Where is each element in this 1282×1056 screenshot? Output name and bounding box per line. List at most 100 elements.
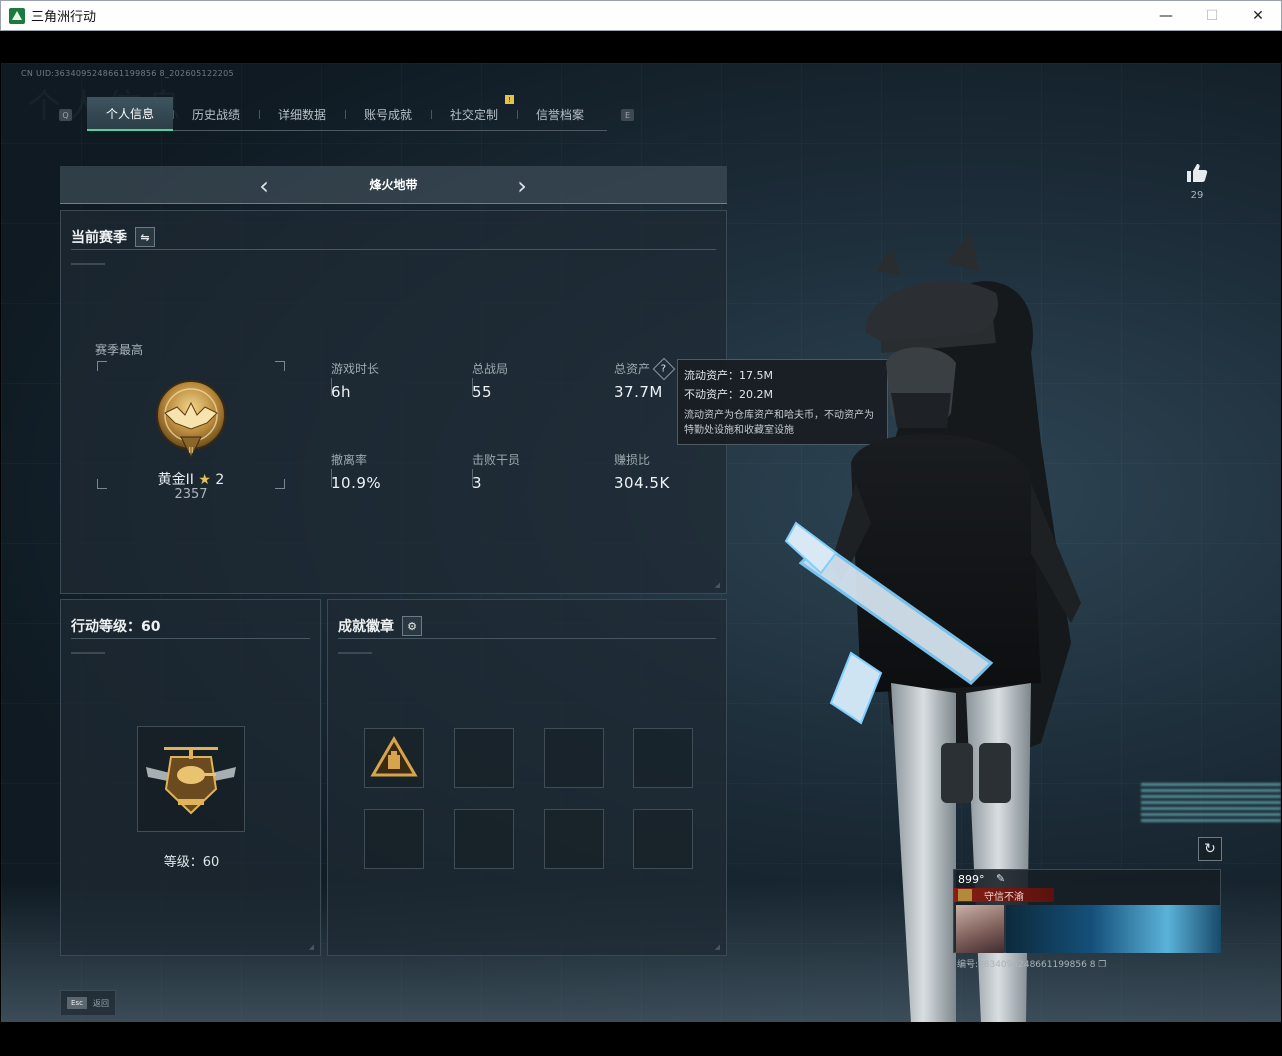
- window-controls: — ☐ ✕: [1143, 1, 1281, 31]
- tab-label: 详细数据: [277, 107, 326, 122]
- player-card[interactable]: 899° ✎ 守信不渝: [953, 869, 1221, 953]
- divider-tick: [71, 652, 105, 654]
- stat-value: 304.5K: [614, 474, 670, 492]
- uid-label: CN UID:3634095248661199856 8_20260512220…: [21, 69, 234, 78]
- minimize-button[interactable]: —: [1143, 1, 1189, 31]
- stat-operators-defeated: 击败干员 3: [472, 451, 520, 492]
- badge-slot[interactable]: [544, 728, 604, 788]
- tab-label: 信誉档案: [535, 107, 584, 122]
- star-icon: ★: [198, 472, 211, 488]
- tabs: 个人信息 历史战绩 详细数据 账号成就 社交定制! 信誉档案: [87, 95, 607, 131]
- stat-label: 游戏时长: [331, 362, 380, 376]
- rank-name: 黄金II ★ 2: [121, 469, 261, 489]
- divider: [338, 638, 716, 639]
- stat-profit-loss-ratio: 赚损比 304.5K: [614, 451, 670, 492]
- card-banner-image: [1006, 905, 1221, 953]
- stat-label: 总战局: [472, 362, 509, 376]
- game-viewport: CN UID:3634095248661199856 8_20260512220…: [1, 63, 1281, 1022]
- tab-reputation-record[interactable]: 信誉档案: [517, 97, 603, 131]
- level-value: 等级：60: [163, 855, 220, 870]
- help-glyph: ?: [661, 363, 667, 374]
- esc-key: Esc: [67, 997, 87, 1009]
- mode-selector: ‹ 烽火地带 ›: [60, 166, 727, 204]
- tab-label: 个人信息: [105, 106, 154, 121]
- badge-slot[interactable]: [633, 809, 693, 869]
- tab-label: 社交定制: [449, 107, 498, 122]
- stat-divider: [331, 378, 332, 396]
- title-tag-emblem-icon: [958, 889, 972, 901]
- season-best-label: 赛季最高: [95, 343, 144, 357]
- stat-label: 击败干员: [472, 453, 521, 467]
- stat-value: 55: [472, 383, 493, 401]
- tab-personal-info[interactable]: 个人信息: [87, 97, 173, 131]
- player-id: 编号:3634095248661199856 8 ❐: [957, 957, 1106, 970]
- esc-label: 返回: [93, 998, 109, 1008]
- badge-slot[interactable]: [364, 809, 424, 869]
- tab-match-history[interactable]: 历史战绩: [173, 97, 259, 131]
- season-panel: 当前赛季 ⇋ 赛季最高 II 黄金II ★ 2 2357 游戏时长 6h 总战局…: [60, 210, 727, 594]
- refresh-icon[interactable]: ↻: [1198, 837, 1222, 861]
- badge-slot[interactable]: [454, 728, 514, 788]
- settings-gear-icon[interactable]: ⚙: [402, 616, 422, 636]
- stat-extraction-rate: 撤离率 10.9%: [331, 451, 381, 492]
- svg-text:II: II: [189, 446, 194, 455]
- tab-label: 账号成就: [363, 107, 412, 122]
- tab-next-key[interactable]: E: [621, 109, 634, 121]
- avatar[interactable]: [956, 905, 1004, 953]
- stat-label: 撤离率: [331, 453, 368, 467]
- stat-value: 37.7M: [614, 383, 663, 401]
- like-widget[interactable]: 29: [1182, 163, 1212, 201]
- edit-pencil-icon[interactable]: ✎: [996, 872, 1005, 885]
- bracket-corner: [275, 479, 285, 489]
- stat-divider: [331, 469, 332, 487]
- esc-back-hint[interactable]: Esc 返回: [60, 990, 116, 1016]
- window-titlebar: 三角洲行动 — ☐ ✕: [0, 0, 1282, 31]
- gold-rank-medal-icon: II: [156, 380, 226, 459]
- stat-label: 赚损比: [614, 453, 651, 467]
- badge-slot[interactable]: [544, 809, 604, 869]
- bracket-corner: [97, 479, 107, 489]
- badge-slot[interactable]: [633, 728, 693, 788]
- badge-slot[interactable]: [364, 728, 424, 788]
- rank-score: 2357: [174, 487, 208, 502]
- tab-detailed-data[interactable]: 详细数据: [259, 97, 345, 131]
- rank-tier: 黄金II: [157, 472, 194, 488]
- mode-prev-arrow-icon[interactable]: ‹: [254, 172, 274, 200]
- badge-slot[interactable]: [454, 809, 514, 869]
- stat-label-row: 总资产 ?: [614, 357, 676, 380]
- player-name: 899°: [958, 873, 985, 886]
- tab-social-customization[interactable]: 社交定制!: [431, 95, 517, 131]
- operation-level-panel: 行动等级：60 等级：60 ◢: [60, 599, 321, 956]
- stat-total-matches: 总战局 55: [472, 360, 508, 401]
- achievement-title-text: 成就徽章: [338, 619, 394, 635]
- stat-total-assets: 总资产 ? 37.7M: [614, 357, 676, 401]
- mode-next-arrow-icon[interactable]: ›: [512, 172, 532, 200]
- help-icon[interactable]: ?: [652, 357, 676, 380]
- letterbox-bottom: [0, 1022, 1282, 1056]
- achievement-title: 成就徽章 ⚙: [338, 616, 422, 636]
- bracket-corner: [275, 361, 285, 371]
- season-title-text: 当前赛季: [71, 230, 127, 246]
- tab-label: 历史战绩: [191, 107, 240, 122]
- stat-divider: [472, 469, 473, 487]
- maximize-button[interactable]: ☐: [1189, 1, 1235, 31]
- tab-prev-key[interactable]: Q: [59, 109, 72, 121]
- close-button[interactable]: ✕: [1235, 1, 1281, 31]
- mode-label: 烽火地带: [369, 178, 418, 192]
- divider: [71, 249, 716, 250]
- rank-stars-count: 2: [215, 472, 225, 488]
- tab-account-achievements[interactable]: 账号成就: [345, 97, 431, 131]
- bracket-corner: [97, 361, 107, 371]
- divider: [71, 638, 310, 639]
- stat-value: 10.9%: [331, 474, 382, 492]
- level-badge-frame: [137, 726, 245, 832]
- stat-label: 总资产: [614, 362, 651, 376]
- like-count: 29: [1190, 190, 1204, 201]
- window-title: 三角洲行动: [31, 10, 97, 25]
- panel-corner-mark: ◢: [308, 943, 314, 951]
- panel-corner-mark: ◢: [714, 943, 720, 951]
- season-title: 当前赛季 ⇋: [71, 227, 155, 247]
- swap-season-icon[interactable]: ⇋: [135, 227, 155, 247]
- achievement-badges-panel: 成就徽章 ⚙ ◢: [327, 599, 727, 956]
- copy-icon[interactable]: ❐: [1098, 960, 1106, 970]
